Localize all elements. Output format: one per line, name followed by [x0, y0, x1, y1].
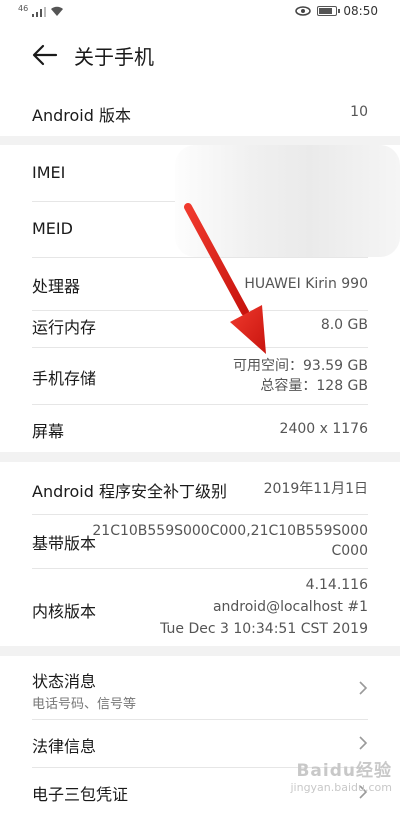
baseband-line-2: C000	[331, 543, 369, 559]
storage-total: 总容量：128 GB	[260, 378, 368, 394]
screen-row[interactable]: 屏幕 2400 x 1176	[0, 404, 400, 452]
watermark-url: jingyan.baidu.com	[290, 781, 392, 794]
redacted-blur	[175, 145, 400, 257]
security-patch-row[interactable]: Android 程序安全补丁级别 2019年11月1日	[0, 462, 400, 514]
baseband-row[interactable]: 基带版本 21C10B559S000C000,21C10B559S000 C00…	[0, 514, 400, 566]
row-label: 内核版本	[32, 602, 97, 621]
row-label: 电子三包凭证	[32, 785, 129, 804]
android-version-row[interactable]: Android 版本 10	[0, 88, 400, 136]
software-info-card: Android 程序安全补丁级别 2019年11月1日 基带版本 21C10B5…	[0, 462, 400, 646]
row-label: 运行内存	[32, 318, 97, 337]
row-value: 2400 x 1176	[279, 421, 368, 437]
back-arrow-icon[interactable]	[30, 42, 60, 68]
row-value: 2019年11月1日	[263, 481, 368, 497]
baseband-line-1: 21C10B559S000C000,21C10B559S000	[92, 523, 368, 539]
row-label: Android 程序安全补丁级别	[32, 482, 227, 501]
row-label: IMEI	[32, 163, 66, 182]
battery-icon	[317, 6, 341, 16]
eye-comfort-icon	[295, 6, 312, 16]
baidu-watermark: Baidu经验 jingyan.baidu.com	[290, 756, 392, 794]
status-info-row[interactable]: 状态消息 电话号码、信号等	[0, 656, 400, 718]
status-bar: 46 08:50	[0, 0, 400, 26]
chevron-right-icon	[359, 736, 368, 750]
row-label: MEID	[32, 219, 73, 238]
android-version-card: Android 版本 10	[0, 88, 400, 136]
row-label: 处理器	[32, 277, 81, 296]
signal-indicator: 46	[18, 4, 64, 17]
signal-icon	[32, 7, 47, 17]
chevron-right-icon	[359, 681, 368, 695]
row-label: 屏幕	[32, 422, 65, 441]
wifi-icon	[51, 6, 64, 16]
processor-row[interactable]: 处理器 HUAWEI Kirin 990	[0, 257, 400, 310]
row-subtitle: 电话号码、信号等	[32, 697, 137, 712]
row-label: 状态消息	[32, 672, 97, 691]
row-label: Android 版本	[32, 106, 131, 125]
storage-row[interactable]: 手机存储 可用空间：93.59 GB 总容量：128 GB	[0, 347, 400, 404]
status-time: 08:50	[343, 4, 378, 18]
kernel-row[interactable]: 内核版本 4.14.116 android@localhost #1 Tue D…	[0, 568, 400, 646]
kernel-line-2: android@localhost #1	[212, 599, 368, 615]
storage-available: 可用空间：93.59 GB	[233, 358, 368, 374]
row-value: 8.0 GB	[320, 317, 368, 333]
row-value: 10	[350, 104, 368, 120]
page-title: 关于手机	[74, 45, 154, 69]
watermark-brand: Baidu经验	[296, 761, 392, 781]
row-label: 手机存储	[32, 369, 97, 388]
row-label: 基带版本	[32, 534, 97, 553]
network-type-label: 46	[18, 4, 29, 13]
page-header: 关于手机	[0, 26, 400, 88]
kernel-line-1: 4.14.116	[305, 577, 368, 593]
row-value: HUAWEI Kirin 990	[244, 276, 368, 292]
ram-row[interactable]: 运行内存 8.0 GB	[0, 310, 400, 347]
kernel-line-3: Tue Dec 3 10:34:51 CST 2019	[160, 621, 368, 637]
row-label: 法律信息	[32, 737, 97, 756]
